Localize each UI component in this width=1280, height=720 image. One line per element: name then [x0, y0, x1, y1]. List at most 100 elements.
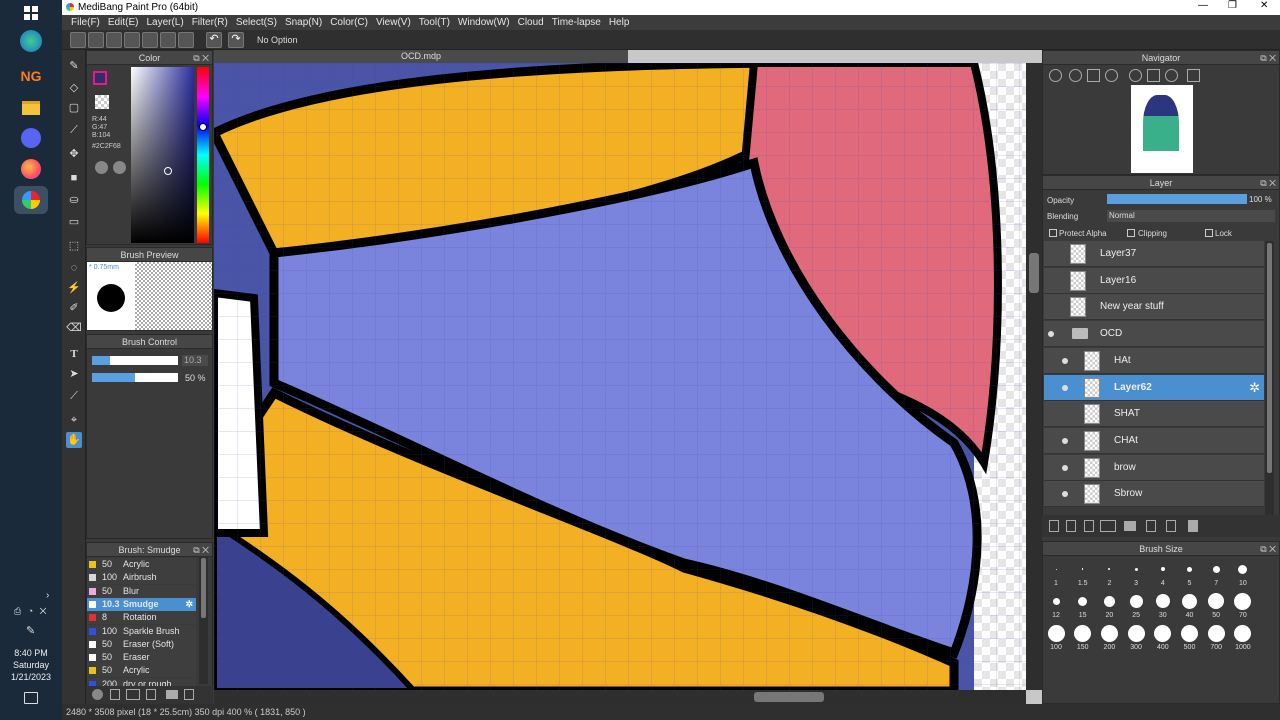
eyedropper-tool-icon[interactable]: ⌖ [66, 412, 82, 428]
menu-filter[interactable]: Filter(R) [188, 17, 232, 28]
menu-help[interactable]: Help [605, 17, 634, 28]
brush-size-dot[interactable] [1155, 594, 1170, 608]
protect-alpha-checkbox[interactable] [1049, 229, 1057, 237]
menu-cloud[interactable]: Cloud [514, 17, 548, 28]
color-history-icon[interactable] [113, 161, 126, 174]
menu-file[interactable]: File(F) [67, 17, 104, 28]
layer-row[interactable]: Layer62 ✲ [1044, 374, 1264, 401]
hand-tool-icon[interactable]: ✋ [66, 432, 82, 448]
brush-size-dot[interactable] [1207, 624, 1225, 642]
brush-item[interactable]: 8Rotation Symmetry [87, 611, 196, 635]
brush-size-dot[interactable] [1181, 624, 1198, 642]
layer-list-scrollbar[interactable] [1265, 241, 1274, 515]
ng-app-icon[interactable]: NG [17, 62, 45, 90]
saturation-value-picker[interactable] [131, 67, 194, 243]
brush-list-scrollbar[interactable] [199, 556, 208, 684]
brush-size-dot[interactable] [1134, 567, 1138, 571]
menu-layer[interactable]: Layer(L) [142, 17, 187, 28]
brush-size-dot[interactable] [1238, 564, 1248, 574]
brush-item[interactable]: 10.3 Smudge ✲ [87, 597, 196, 611]
layer-visibility-icon[interactable] [1062, 464, 1068, 471]
medibang-app-icon[interactable] [14, 186, 48, 214]
clipping-checkbox[interactable] [1127, 229, 1135, 237]
layer-row[interactable]: OCD [1044, 321, 1264, 348]
menu-tool[interactable]: Tool(T) [415, 17, 454, 28]
navigator-rotate-cw-icon[interactable] [1165, 69, 1178, 82]
foreground-color-swatch[interactable] [93, 71, 107, 85]
lasso-tool-icon[interactable]: ◌ [66, 260, 82, 276]
brush-size-dot[interactable] [1234, 592, 1252, 610]
navigator-flip-icon[interactable] [1187, 69, 1200, 82]
hue-slider[interactable] [197, 67, 209, 243]
redo-icon[interactable]: ↷ [228, 32, 244, 48]
brush-menu-icon[interactable] [126, 689, 140, 700]
panel-close-icon[interactable]: ⧉ ✕ [193, 51, 209, 65]
layer-visibility-icon[interactable] [1048, 304, 1054, 310]
panel-close-icon[interactable]: ⧉ ✕ [1260, 542, 1276, 556]
select-pen-tool-icon[interactable]: ✐ [66, 300, 82, 316]
clock-time[interactable]: 8:40 PM [0, 648, 62, 658]
document-tab[interactable]: OCD.mdp [214, 50, 628, 63]
bucket-tool-icon[interactable]: ⛀ [66, 192, 82, 208]
navigator-fit-icon[interactable] [1087, 69, 1100, 82]
chevron-right-icon[interactable]: › [46, 590, 49, 601]
brush-item[interactable]: 50 Eraser (Soft) [87, 637, 196, 651]
canvas-area[interactable] [214, 50, 1042, 704]
brush-size-value[interactable]: 10.3 [182, 355, 208, 366]
brush-item[interactable]: 50 Blur [87, 584, 196, 598]
brush-item[interactable]: 50 Acrylic [87, 664, 196, 678]
background-color-swatch[interactable] [95, 95, 109, 109]
layer-row[interactable]: brow [1044, 454, 1264, 481]
layer-row[interactable]: Sbrow [1044, 481, 1264, 508]
menu-edit[interactable]: Edit(E) [104, 17, 143, 28]
grid-icon[interactable] [160, 32, 176, 48]
move-tool-icon[interactable]: ✥ [66, 146, 82, 162]
layer-opacity-slider[interactable] [1107, 194, 1247, 204]
gradient-tool-icon[interactable]: ▭ [66, 214, 82, 230]
palette-icon[interactable] [95, 161, 108, 174]
delete-layer-icon[interactable] [1188, 520, 1198, 532]
discord-icon[interactable] [17, 124, 45, 152]
brush-size-dot[interactable] [1187, 566, 1192, 572]
menu-timelapse[interactable]: Time-lapse [548, 17, 605, 28]
close-icon[interactable]: ✕ [1260, 0, 1268, 11]
brush-tool-icon[interactable]: ⟋ [66, 122, 82, 138]
brush-size-dot[interactable] [1182, 593, 1197, 609]
fill-rect-tool-icon[interactable]: ■ [66, 170, 82, 186]
brush-duplicate-icon[interactable] [184, 689, 194, 700]
brush-size-dot[interactable] [1055, 568, 1057, 570]
layer-row[interactable]: New year stuff [1044, 294, 1264, 321]
blending-select[interactable]: Normal [1107, 210, 1275, 222]
cloud-icon[interactable] [70, 32, 86, 48]
brush-size-dot[interactable] [1100, 624, 1118, 642]
note-icon[interactable] [124, 32, 140, 48]
brush-size-dot[interactable] [1078, 596, 1088, 606]
brush-copy-icon[interactable] [146, 689, 156, 700]
brush-item[interactable]: 100 Sparkle Brush [87, 624, 196, 638]
layer-folder-icon[interactable] [1124, 521, 1136, 531]
notification-icon[interactable] [24, 692, 38, 704]
layer-visibility-icon[interactable] [1062, 357, 1068, 364]
layer-menu-icon[interactable] [1100, 520, 1116, 532]
navigator-reset-icon[interactable] [1147, 69, 1160, 82]
brush-size-dot[interactable] [1047, 624, 1065, 642]
layer-visibility-icon[interactable] [1048, 331, 1054, 338]
comment-icon[interactable] [106, 32, 122, 48]
menu-snap[interactable]: Snap(N) [281, 17, 326, 28]
artwork-canvas[interactable] [214, 63, 1026, 691]
layer-row[interactable]: CHAt [1044, 427, 1264, 454]
layout-icon[interactable] [178, 32, 194, 48]
restore-icon[interactable]: ❐ [1228, 0, 1237, 11]
upload-icon[interactable] [88, 32, 104, 48]
menu-select[interactable]: Select(S) [232, 17, 281, 28]
file-explorer-icon[interactable] [17, 94, 45, 122]
layer-visibility-icon[interactable] [1048, 278, 1054, 284]
brush-size-dot[interactable] [1052, 597, 1060, 605]
tray-icons[interactable]: ⎙ ◔ ✕ [14, 606, 49, 617]
layer-visibility-icon[interactable] [1048, 251, 1054, 257]
menu-window[interactable]: Window(W) [454, 17, 514, 28]
firefox-icon[interactable] [17, 155, 45, 183]
panel-close-icon[interactable]: ⧉ ✕ [193, 543, 209, 557]
layer-visibility-icon[interactable] [1062, 437, 1068, 444]
menu-view[interactable]: View(V) [372, 17, 415, 28]
